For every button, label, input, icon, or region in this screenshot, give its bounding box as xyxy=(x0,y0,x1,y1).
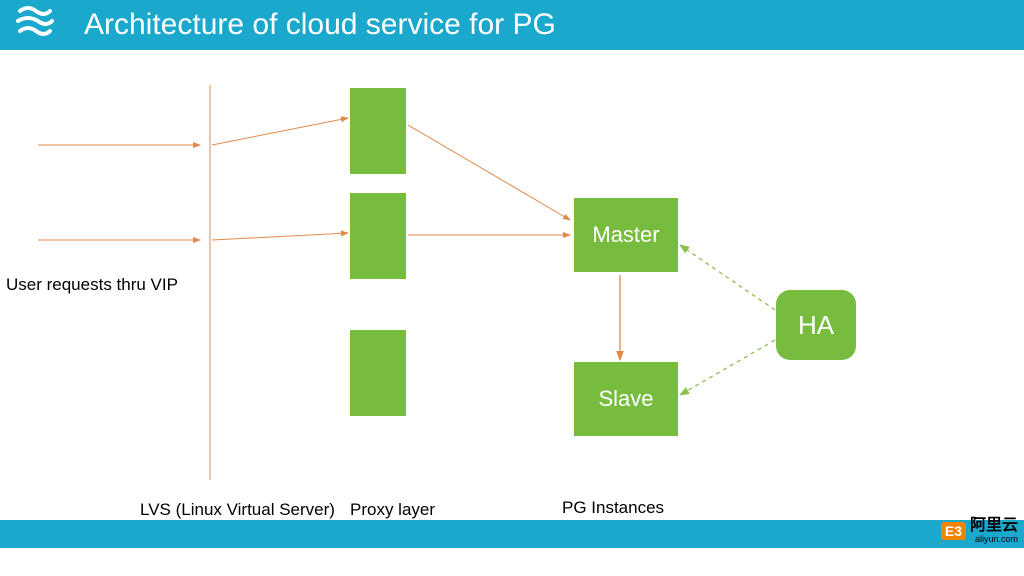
diagram-canvas: Master Slave HA User requests thru VIP L… xyxy=(0,50,1024,548)
master-label: Master xyxy=(592,222,659,248)
slave-node: Slave xyxy=(574,362,678,436)
connector-arrows xyxy=(0,50,1024,548)
pg-instances-label: PG Instances xyxy=(562,498,664,518)
brand-url: aliyun.com xyxy=(970,534,1018,544)
ha-label: HA xyxy=(798,310,834,341)
user-requests-label: User requests thru VIP xyxy=(6,275,178,295)
ha-node: HA xyxy=(776,290,856,360)
slave-label: Slave xyxy=(598,386,653,412)
proxy-box-2 xyxy=(350,193,406,279)
header: Architecture of cloud service for PG xyxy=(0,0,1024,50)
proxy-layer-label: Proxy layer xyxy=(350,500,435,520)
proxy-box-3 xyxy=(350,330,406,416)
brand-badge: E3 阿里云 aliyun.com xyxy=(941,518,1018,544)
proxy-box-1 xyxy=(350,88,406,174)
page-title: Architecture of cloud service for PG xyxy=(84,8,556,42)
brand-logo-icon: E3 xyxy=(941,522,966,540)
brand-text: 阿里云 xyxy=(970,518,1018,534)
master-node: Master xyxy=(574,198,678,272)
footer-bar xyxy=(0,520,1024,548)
cloud-logo-icon xyxy=(14,3,54,47)
lvs-label: LVS (Linux Virtual Server) xyxy=(140,500,335,520)
